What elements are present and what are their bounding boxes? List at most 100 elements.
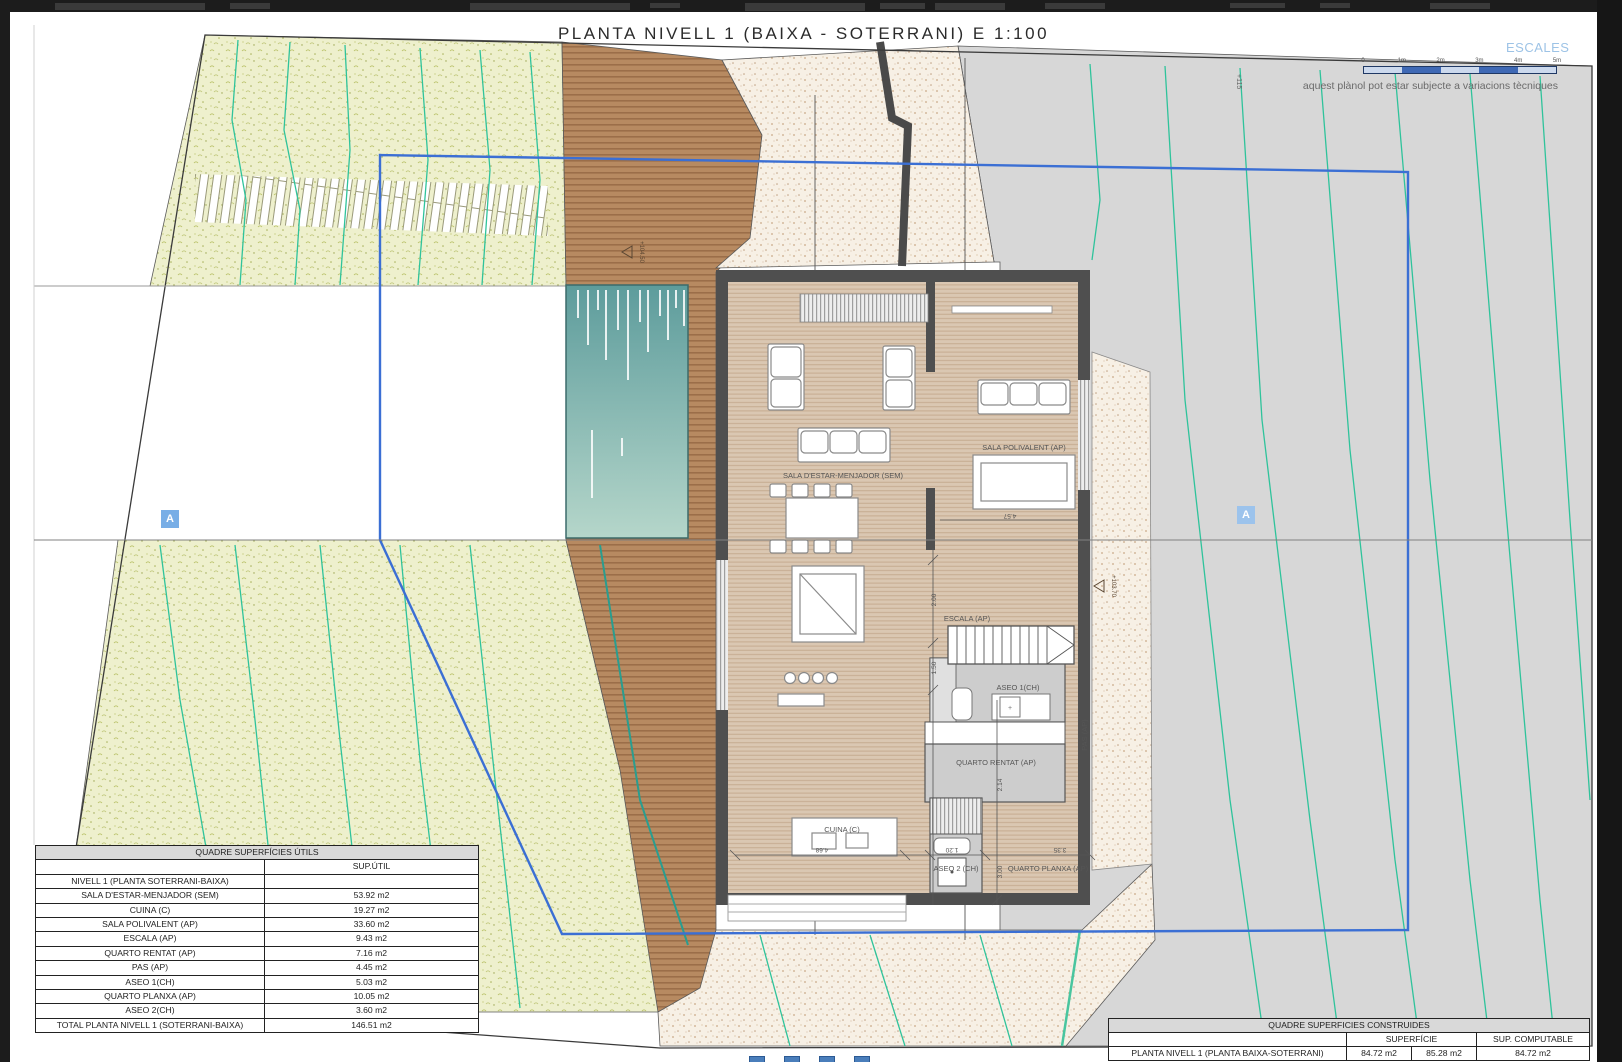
- stipple-terrain-side: [1092, 352, 1152, 870]
- row-value: 7.16 m2: [264, 947, 478, 960]
- table-title: QUADRE SUPERFÍCIES ÚTILS: [36, 846, 478, 859]
- row-value: 85.28 m2: [1411, 1047, 1476, 1060]
- cropped-text-fragment: [1045, 3, 1105, 9]
- disclaimer-note: aquest plànol pot estar subjecte a varia…: [1268, 80, 1558, 92]
- table-row: PAS (AP) 4.45 m2: [36, 960, 478, 974]
- table-row: PLANTA NIVELL 1 (PLANTA BAIXA-SOTERRANI)…: [1109, 1046, 1589, 1060]
- scales-heading: ESCALES: [1506, 40, 1569, 55]
- stairs: [948, 626, 1074, 664]
- row-value: 3.60 m2: [264, 1004, 478, 1017]
- section-marker-a-left: A: [161, 510, 179, 528]
- row-label: QUARTO PLANXA (AP): [36, 990, 264, 1003]
- table-superficies-construides: QUADRE SUPERFICIES CONSTRUIDES SUPERFÍCI…: [1108, 1018, 1590, 1061]
- dim-label: 4.68: [815, 846, 828, 853]
- right-dark-edge: [1597, 0, 1622, 1062]
- room-label-aseo2: ASEO 2 (CH): [933, 864, 979, 873]
- row-label: PAS (AP): [36, 961, 264, 974]
- scale-segment: [1518, 67, 1556, 73]
- dim-label: 1.20: [945, 846, 958, 853]
- row-label: PLANTA NIVELL 1 (PLANTA BAIXA-SOTERRANI): [1109, 1047, 1346, 1060]
- level-label: +104.50: [638, 241, 644, 264]
- left-dark-edge: [0, 12, 10, 1062]
- row-label: SALA POLIVALENT (AP): [36, 918, 264, 931]
- dim-label: 4.57: [1003, 512, 1016, 519]
- table-total-row: TOTAL PLANTA NIVELL 1 (SOTERRANI-BAIXA) …: [36, 1018, 478, 1032]
- scale-segment: [1364, 67, 1402, 73]
- row-label: ASEO 2(CH): [36, 1004, 264, 1017]
- table-row: ESCALA (AP) 9.43 m2: [36, 931, 478, 945]
- dim-label: 1.50: [931, 661, 938, 674]
- table-title-row: QUADRE SUPERFICIES CONSTRUIDES: [1109, 1019, 1589, 1032]
- table-title: QUADRE SUPERFICIES CONSTRUIDES: [1109, 1019, 1589, 1032]
- scale-tick: 0: [1361, 58, 1364, 64]
- row-label: QUARTO RENTAT (AP): [36, 947, 264, 960]
- table-row: SALA POLIVALENT (AP) 33.60 m2: [36, 917, 478, 931]
- row-label: ASEO 1(CH): [36, 976, 264, 989]
- scale-tick: 3m: [1475, 58, 1483, 64]
- room-label-rentat: QUARTO RENTAT (AP): [956, 758, 1036, 767]
- scale-tick: 1m: [1398, 58, 1406, 64]
- header-cell-empty: [1109, 1033, 1346, 1046]
- row-value: 146.51 m2: [264, 1019, 478, 1032]
- cropped-text-fragment: [470, 3, 630, 10]
- scale-ticks: 0 1m 2m 3m 4m 5m: [1363, 58, 1557, 66]
- header-cell-sup-util: SUP.ÚTIL: [264, 860, 478, 873]
- table-superficies-utils: QUADRE SUPERFÍCIES ÚTILS SUP.ÚTIL NIVELL…: [35, 845, 479, 1033]
- row-value: 9.43 m2: [264, 932, 478, 945]
- row-label: SALA D'ESTAR-MENJADOR (SEM): [36, 889, 264, 902]
- cropped-text-fragment: [230, 3, 270, 9]
- cropped-text-fragment: [935, 3, 1005, 10]
- row-value: [264, 875, 478, 888]
- house-plan: +: [716, 270, 1095, 921]
- row-value: 33.60 m2: [264, 918, 478, 931]
- cropped-text-fragment: [55, 3, 205, 10]
- scale-bar-segments: [1363, 66, 1557, 74]
- row-label: ESCALA (AP): [36, 932, 264, 945]
- dim-label: 3.00: [997, 865, 1004, 878]
- table-header-row: SUP.ÚTIL: [36, 859, 478, 873]
- scale-segment: [1402, 67, 1440, 73]
- table-row: CUINA (C) 19.27 m2: [36, 903, 478, 917]
- page-title: PLANTA NIVELL 1 (BAIXA - SOTERRANI) E 1:…: [10, 24, 1597, 44]
- cropped-bottom-icon: [819, 1056, 835, 1062]
- table-row: SALA D'ESTAR-MENJADOR (SEM) 53.92 m2: [36, 888, 478, 902]
- scale-bar: 0 1m 2m 3m 4m 5m: [1363, 58, 1557, 76]
- table-row: ASEO 2(CH) 3.60 m2: [36, 1003, 478, 1017]
- cropped-text-fragment: [880, 3, 925, 9]
- cropped-text-fragment: [1430, 3, 1490, 9]
- header-cell-computable: SUP. COMPUTABLE: [1476, 1033, 1589, 1046]
- row-value: 4.45 m2: [264, 961, 478, 974]
- scale-tick: 5m: [1553, 58, 1561, 64]
- drawing-viewport: +: [0, 0, 1622, 1062]
- row-value: 84.72 m2: [1346, 1047, 1411, 1060]
- cropped-text-fragment: [650, 3, 680, 8]
- row-label: TOTAL PLANTA NIVELL 1 (SOTERRANI-BAIXA): [36, 1019, 264, 1032]
- header-cell-superficie: SUPERFÍCIE: [1346, 1033, 1476, 1046]
- row-label: CUINA (C): [36, 904, 264, 917]
- room-label-planxa: QUARTO PLANXA (AP): [1008, 864, 1089, 873]
- room-label-pas: PAS (AP): [1080, 719, 1089, 751]
- dim-label: 2.00: [931, 593, 938, 606]
- section-marker-a-right: A: [1237, 506, 1255, 524]
- level-label: +103.70: [1110, 575, 1116, 598]
- pool: [566, 285, 688, 538]
- table-row: ASEO 1(CH) 5.03 m2: [36, 975, 478, 989]
- row-value: 84.72 m2: [1476, 1047, 1589, 1060]
- cropped-text-fragment: [1320, 3, 1350, 8]
- room-label-escala: ESCALA (AP): [944, 614, 991, 623]
- cropped-bottom-icon: [749, 1056, 765, 1062]
- scale-tick: 4m: [1514, 58, 1522, 64]
- table-row: QUARTO RENTAT (AP) 7.16 m2: [36, 946, 478, 960]
- dim-label: 2.14: [997, 778, 1004, 791]
- room-label-cuina: CUINA (C): [824, 825, 860, 834]
- contour-elevation-label: +115: [1235, 74, 1242, 89]
- row-value: 10.05 m2: [264, 990, 478, 1003]
- row-value: 53.92 m2: [264, 889, 478, 902]
- cropped-text-fragment: [745, 3, 865, 11]
- top-cropped-bar: [0, 0, 1622, 12]
- row-value: 5.03 m2: [264, 976, 478, 989]
- room-label-sem: SALA D'ESTAR-MENJADOR (SEM): [783, 471, 904, 480]
- table-row: QUARTO PLANXA (AP) 10.05 m2: [36, 989, 478, 1003]
- header-cell-empty: [36, 860, 264, 873]
- table-row: NIVELL 1 (PLANTA SOTERRANI-BAIXA): [36, 874, 478, 888]
